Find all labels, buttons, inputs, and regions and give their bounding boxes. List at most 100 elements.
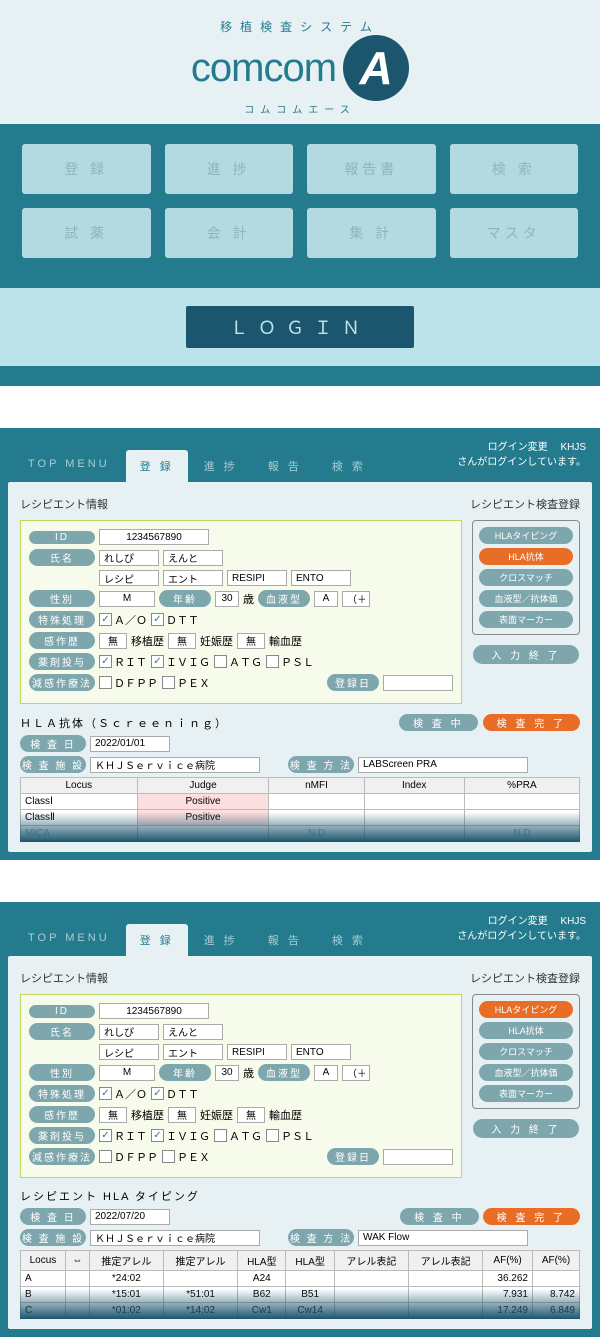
input-method[interactable] [358, 1230, 528, 1246]
input-rh[interactable] [342, 1065, 370, 1081]
side-hla-typing[interactable]: HLAタイピング [479, 1001, 573, 1018]
input-sex[interactable] [99, 591, 155, 607]
input-id[interactable] [99, 1003, 209, 1019]
login-change-link[interactable]: ログイン変更 [488, 916, 548, 927]
menu-aggregate[interactable]: 集 計 [307, 208, 436, 258]
menu-reagent[interactable]: 試 薬 [22, 208, 151, 258]
tab-topmenu[interactable]: TOP MENU [14, 924, 124, 956]
input-regdate[interactable] [383, 675, 453, 691]
table-row[interactable]: A*24:02A2436.262 [21, 1271, 580, 1287]
menu-register[interactable]: 登 録 [22, 144, 151, 194]
tab-register[interactable]: 登 録 [126, 450, 188, 482]
input-infection[interactable] [99, 633, 127, 649]
cb-pex[interactable] [162, 1150, 175, 1163]
input-infection[interactable] [99, 1107, 127, 1123]
menu-report[interactable]: 報告書 [307, 144, 436, 194]
input-end-button[interactable]: 入 力 終 了 [473, 1119, 578, 1138]
tab-progress[interactable]: 進 捗 [190, 924, 252, 956]
tab-search[interactable]: 検 索 [318, 450, 380, 482]
tab-topmenu[interactable]: TOP MENU [14, 450, 124, 482]
input-facility[interactable] [90, 757, 260, 773]
input-age[interactable] [215, 591, 239, 607]
side-crossmatch[interactable]: クロスマッチ [479, 1043, 573, 1060]
cb-rit[interactable]: ✓ [99, 1129, 112, 1142]
cb-ao[interactable]: ✓ [99, 1087, 112, 1100]
body: レシピエント情報 レシピエント検査登録 ID 氏名 [8, 482, 592, 852]
table-row[interactable]: C*01:02*14:02Cw1Cw1417.2496.849 [21, 1303, 580, 1319]
cb-atg[interactable] [214, 655, 227, 668]
input-end-button[interactable]: 入 力 終 了 [473, 645, 578, 664]
input-preg[interactable] [237, 1107, 265, 1123]
input-kana1[interactable] [99, 570, 159, 586]
input-kana2[interactable] [163, 570, 223, 586]
cb-psl[interactable] [266, 655, 279, 668]
cb-dfpp[interactable] [99, 676, 112, 689]
status-exam-done[interactable]: 検 査 完 了 [483, 714, 580, 731]
table-row[interactable]: ClassⅠ Positive [21, 794, 580, 810]
cb-dtt[interactable]: ✓ [151, 1087, 164, 1100]
cb-atg[interactable] [214, 1129, 227, 1142]
input-age[interactable] [215, 1065, 239, 1081]
lbl-facility: 検 査 施 設 [20, 756, 86, 773]
login-button[interactable]: ＬＯＧＩＮ [186, 306, 414, 348]
input-name2[interactable] [163, 550, 223, 566]
lbl-transfusion: 輸血歴 [269, 633, 302, 649]
input-name1[interactable] [99, 1024, 159, 1040]
cb-ao[interactable]: ✓ [99, 613, 112, 626]
input-blood[interactable] [314, 1065, 338, 1081]
side-hla-antibody[interactable]: HLA抗体 [479, 548, 573, 565]
input-rh[interactable] [342, 591, 370, 607]
input-transhist[interactable] [168, 1107, 196, 1123]
cb-psl[interactable] [266, 1129, 279, 1142]
cb-ivig[interactable]: ✓ [151, 1129, 164, 1142]
side-blood[interactable]: 血液型／抗体価 [479, 590, 573, 607]
side-marker[interactable]: 表面マーカー [479, 1085, 573, 1102]
table-row[interactable]: MICA N.D N.D [21, 826, 580, 842]
tab-search[interactable]: 検 索 [318, 924, 380, 956]
lbl-name: 氏名 [29, 1023, 95, 1040]
cb-dfpp[interactable] [99, 1150, 112, 1163]
input-name1[interactable] [99, 550, 159, 566]
cb-rit[interactable]: ✓ [99, 655, 112, 668]
menu-search[interactable]: 検 索 [450, 144, 579, 194]
table-row[interactable]: ClassⅡ Positive [21, 810, 580, 826]
status-in-exam[interactable]: 検 査 中 [399, 714, 478, 731]
input-name2[interactable] [163, 1024, 223, 1040]
input-rom1[interactable] [227, 570, 287, 586]
tab-progress[interactable]: 進 捗 [190, 450, 252, 482]
cb-pex[interactable] [162, 676, 175, 689]
menu-account[interactable]: 会 計 [165, 208, 294, 258]
status-in-exam[interactable]: 検 査 中 [400, 1208, 479, 1225]
input-preg[interactable] [237, 633, 265, 649]
side-marker[interactable]: 表面マーカー [479, 611, 573, 628]
input-blood[interactable] [314, 591, 338, 607]
input-sex[interactable] [99, 1065, 155, 1081]
input-facility[interactable] [90, 1230, 260, 1246]
input-kana2[interactable] [163, 1044, 223, 1060]
status-exam-done[interactable]: 検 査 完 了 [483, 1208, 580, 1225]
input-rom2[interactable] [291, 1044, 351, 1060]
input-rom1[interactable] [227, 1044, 287, 1060]
tab-register[interactable]: 登 録 [126, 924, 188, 956]
side-hla-typing[interactable]: HLAタイピング [479, 527, 573, 544]
menu-progress[interactable]: 進 捗 [165, 144, 294, 194]
input-rom2[interactable] [291, 570, 351, 586]
tab-report[interactable]: 報 告 [254, 450, 316, 482]
tab-report[interactable]: 報 告 [254, 924, 316, 956]
table-row[interactable]: B*15:01*51:01B62B517.9318.742 [21, 1287, 580, 1303]
input-id[interactable] [99, 529, 209, 545]
side-hla-antibody[interactable]: HLA抗体 [479, 1022, 573, 1039]
cb-dtt[interactable]: ✓ [151, 613, 164, 626]
input-kana1[interactable] [99, 1044, 159, 1060]
login-change-link[interactable]: ログイン変更 [488, 442, 548, 453]
menu-master[interactable]: マスタ [450, 208, 579, 258]
input-examdate[interactable] [90, 1209, 170, 1225]
input-regdate[interactable] [383, 1149, 453, 1165]
cb-ivig[interactable]: ✓ [151, 655, 164, 668]
side-blood[interactable]: 血液型／抗体価 [479, 1064, 573, 1081]
input-examdate[interactable] [90, 736, 170, 752]
input-method[interactable] [358, 757, 528, 773]
side-crossmatch[interactable]: クロスマッチ [479, 569, 573, 586]
input-transhist[interactable] [168, 633, 196, 649]
age-unit: 歳 [243, 1065, 254, 1081]
